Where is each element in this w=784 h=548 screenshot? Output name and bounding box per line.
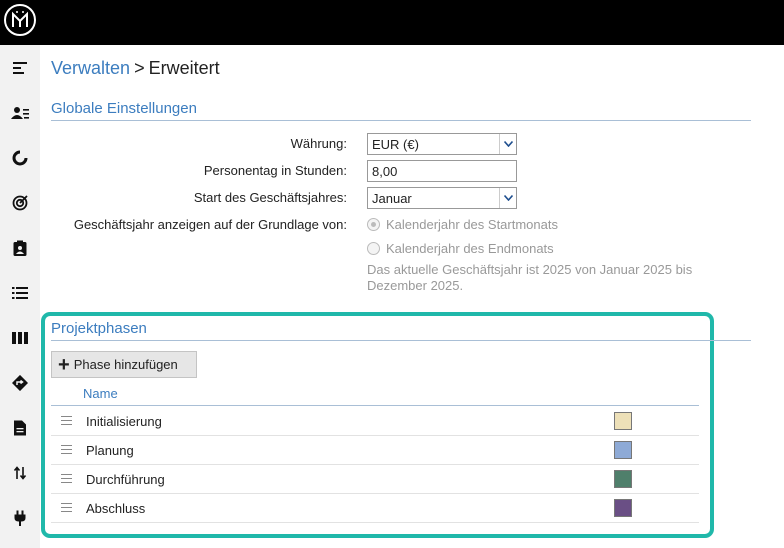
personday-label: Personentag in Stunden: xyxy=(203,163,347,178)
phase-name: Abschluss xyxy=(86,501,146,516)
sidebar-item-assignments[interactable] xyxy=(0,233,40,263)
currency-label: Währung: xyxy=(290,136,347,151)
plug-icon xyxy=(14,510,26,526)
sidebar-item-transfer[interactable] xyxy=(0,458,40,488)
route-icon xyxy=(12,375,28,391)
app-logo[interactable] xyxy=(4,4,36,36)
phase-color-swatch[interactable] xyxy=(614,499,632,517)
phase-color-swatch[interactable] xyxy=(614,470,632,488)
radio-start-month-label: Kalenderjahr des Startmonats xyxy=(386,217,558,232)
breadcrumb-separator: > xyxy=(134,58,145,78)
drag-handle-icon[interactable] xyxy=(61,445,72,454)
table-row[interactable]: Planung xyxy=(51,436,699,465)
phase-name: Durchführung xyxy=(86,472,165,487)
logo-icon xyxy=(12,11,28,27)
add-phase-label: Phase hinzufügen xyxy=(73,357,178,372)
drag-handle-icon[interactable] xyxy=(61,474,72,483)
radio-button-selected[interactable] xyxy=(367,218,380,231)
transfer-icon xyxy=(13,466,27,480)
board-icon xyxy=(12,332,28,344)
fiscal-display-label: Geschäftsjahr anzeigen auf der Grundlage… xyxy=(73,217,347,232)
table-header-divider xyxy=(51,405,699,406)
pie-chart-icon xyxy=(12,150,28,166)
contacts-icon xyxy=(11,107,29,119)
chevron-down-icon xyxy=(499,188,516,208)
breadcrumb: Verwalten > Erweitert xyxy=(51,58,220,79)
sidebar-item-goals[interactable] xyxy=(0,188,40,218)
page-title: Erweitert xyxy=(148,58,220,78)
section-divider xyxy=(51,340,751,341)
section-divider xyxy=(51,120,751,121)
sidebar-item-documents[interactable] xyxy=(0,413,40,443)
main-content: Verwalten > Erweitert Globale Einstellunge… xyxy=(41,45,784,548)
drag-handle-icon[interactable] xyxy=(61,416,72,425)
sidebar-item-menu[interactable] xyxy=(0,53,40,83)
personday-input[interactable]: 8,00 xyxy=(367,160,517,182)
sidebar-item-contacts[interactable] xyxy=(0,98,40,128)
section-title-project-phases: Projektphasen xyxy=(51,320,147,337)
menu-collapse-icon xyxy=(13,62,27,74)
phase-name: Initialisierung xyxy=(86,414,162,429)
fiscal-start-select[interactable]: Januar xyxy=(367,187,517,209)
fiscal-start-select-value: Januar xyxy=(372,191,412,206)
table-row[interactable]: Durchführung xyxy=(51,465,699,494)
column-header-name[interactable]: Name xyxy=(83,386,118,401)
drag-handle-icon[interactable] xyxy=(61,503,72,512)
top-bar xyxy=(0,0,784,45)
sidebar xyxy=(0,45,40,548)
sidebar-item-integrations[interactable] xyxy=(0,503,40,533)
phase-color-swatch[interactable] xyxy=(614,412,632,430)
radio-end-month[interactable]: Kalenderjahr des Endmonats xyxy=(367,241,554,256)
target-icon xyxy=(12,195,28,211)
radio-button[interactable] xyxy=(367,242,380,255)
radio-start-month[interactable]: Kalenderjahr des Startmonats xyxy=(367,217,558,232)
fiscal-year-info: Das aktuelle Geschäftsjahr ist 2025 von … xyxy=(367,262,693,293)
currency-select[interactable]: EUR (€) xyxy=(367,133,517,155)
chevron-down-icon xyxy=(499,134,516,154)
clipboard-user-icon xyxy=(13,240,27,256)
table-row[interactable]: Abschluss xyxy=(51,494,699,523)
plus-icon: + xyxy=(58,353,70,376)
radio-end-month-label: Kalenderjahr des Endmonats xyxy=(386,241,554,256)
phase-name: Planung xyxy=(86,443,134,458)
phase-color-swatch[interactable] xyxy=(614,441,632,459)
add-phase-button[interactable]: + Phase hinzufügen xyxy=(51,351,197,378)
table-row[interactable]: Initialisierung xyxy=(51,407,699,436)
sidebar-item-reports[interactable] xyxy=(0,143,40,173)
fiscal-start-label: Start des Geschäftsjahres: xyxy=(193,190,347,205)
currency-select-value: EUR (€) xyxy=(372,137,419,152)
document-icon xyxy=(14,420,26,436)
breadcrumb-link-verwalten[interactable]: Verwalten xyxy=(51,58,130,78)
list-icon xyxy=(12,287,28,299)
sidebar-item-list[interactable] xyxy=(0,278,40,308)
sidebar-item-roadmap[interactable] xyxy=(0,368,40,398)
section-title-global-settings: Globale Einstellungen xyxy=(51,100,197,117)
sidebar-item-board[interactable] xyxy=(0,323,40,353)
